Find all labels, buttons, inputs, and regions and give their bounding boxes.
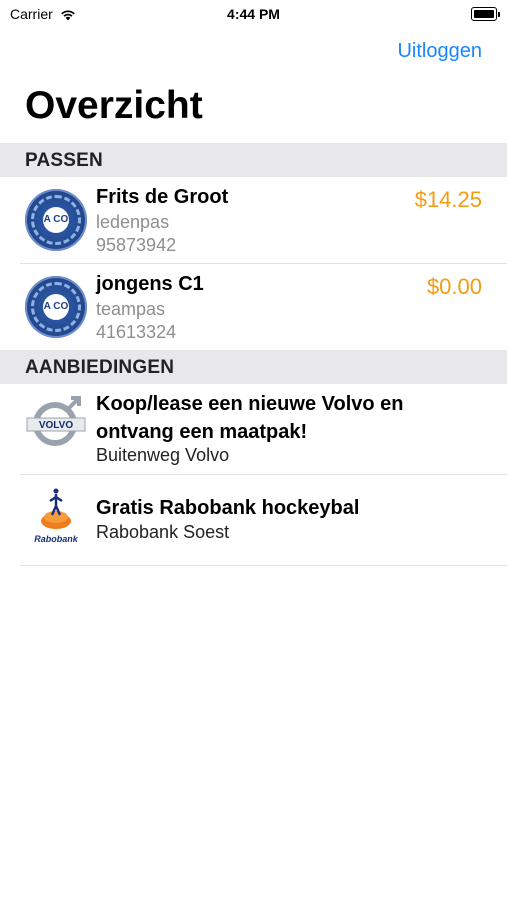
pass-name: jongens C1 (96, 273, 204, 295)
pass-row-frits[interactable]: A CO Frits de Groot ledenpas 95873942 $1… (0, 177, 507, 263)
section-header-passen: PASSEN (0, 143, 507, 177)
pass-row-jongens[interactable]: A CO jongens C1 teampas 41613324 $0.00 (0, 264, 507, 350)
logout-button[interactable]: Uitloggen (397, 40, 482, 63)
svg-text:VOLVO: VOLVO (39, 420, 73, 431)
rabobank-logo-icon: Rabobank (25, 485, 87, 552)
pass-balance: $14.25 (414, 187, 482, 212)
offer-row-rabobank[interactable]: Rabobank Gratis Rabobank hockeybal Rabob… (0, 475, 507, 565)
pass-balance: $0.00 (426, 274, 482, 299)
svg-text:Rabobank: Rabobank (34, 534, 79, 544)
pass-name: Frits de Groot (96, 186, 229, 208)
pass-type: teampas (96, 299, 166, 319)
offer-title-line1: Koop/lease een nieuwe Volvo en (96, 393, 404, 415)
battery-icon (471, 7, 500, 21)
volvo-logo-icon: VOLVO (25, 392, 87, 459)
page-title: Overzicht (25, 84, 203, 127)
section-header-label: AANBIEDINGEN (25, 357, 175, 378)
pass-number: 95873942 (96, 235, 177, 255)
status-time: 4:44 PM (227, 6, 280, 22)
row-separator (20, 565, 507, 566)
pass-number: 41613324 (96, 322, 177, 342)
club-badge-icon: A CO (25, 276, 87, 338)
offer-row-volvo[interactable]: VOLVO Koop/lease een nieuwe Volvo en ont… (0, 384, 507, 474)
offer-company: Rabobank Soest (96, 522, 230, 542)
offer-title-line2: ontvang een maatpak! (96, 421, 308, 443)
section-header-label: PASSEN (25, 150, 103, 171)
section-header-aanbiedingen: AANBIEDINGEN (0, 350, 507, 384)
club-badge-icon: A CO (25, 189, 87, 251)
pass-type: ledenpas (96, 212, 170, 232)
offer-company: Buitenweg Volvo (96, 445, 230, 465)
status-bar: Carrier 4:44 PM (0, 0, 507, 28)
offer-title: Gratis Rabobank hockeybal (96, 497, 360, 519)
